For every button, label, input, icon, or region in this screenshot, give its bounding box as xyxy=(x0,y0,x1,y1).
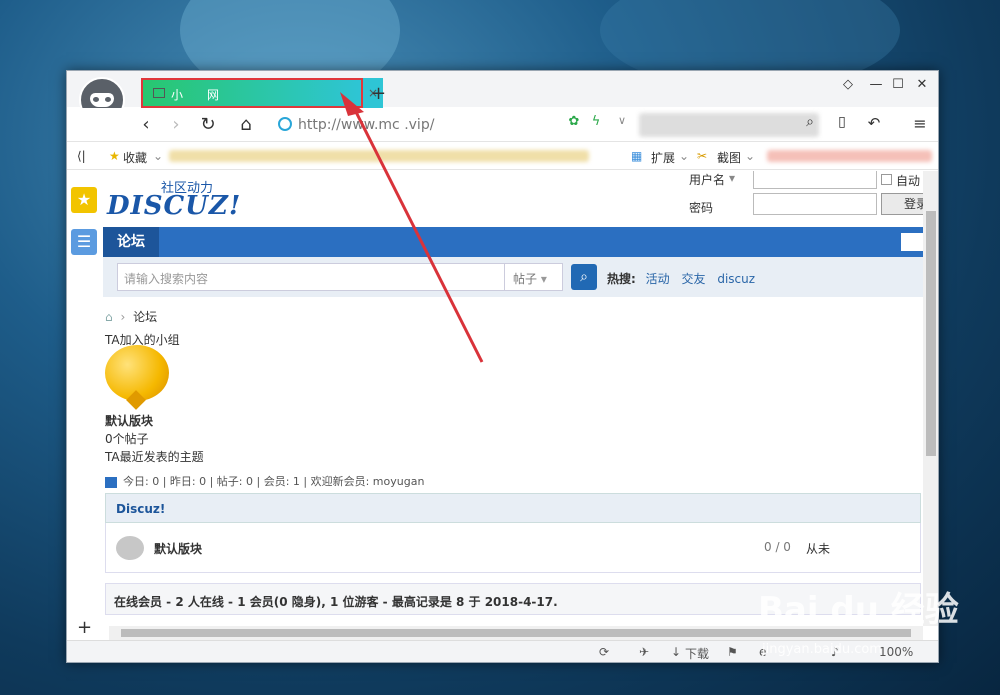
hot-link-discuz[interactable]: discuz xyxy=(717,272,755,286)
shirt-icon[interactable]: ◇ xyxy=(837,77,859,92)
search-type-select[interactable]: 帖子 ▾ xyxy=(505,263,563,291)
favorites-dropdown-icon[interactable]: ⌄ xyxy=(153,149,163,163)
browser-sidebar: ★ ☰ xyxy=(67,171,103,631)
forum-name[interactable]: 默认版块 xyxy=(154,540,202,557)
navigation-bar: ‹ › ↻ ⌂ http://www.mc .vip/ ✿ ϟ ∨ ⌕ ▯ ↶ … xyxy=(67,108,938,142)
mobile-icon[interactable]: ▯ xyxy=(831,114,853,130)
nav-forum-tab[interactable]: 论坛 xyxy=(103,227,159,257)
add-panel-button[interactable]: + xyxy=(77,617,92,638)
username-input[interactable] xyxy=(753,171,877,189)
url-text: http://www.mc .vip/ xyxy=(298,117,435,133)
scroll-thumb[interactable] xyxy=(926,211,936,456)
favicon-icon xyxy=(153,88,165,98)
home-icon[interactable]: ⌂ xyxy=(105,310,113,324)
sidebar-toggle-button[interactable]: ⟨| xyxy=(77,149,86,163)
vertical-scrollbar[interactable] xyxy=(923,171,938,626)
tab-title: 小 网 xyxy=(171,88,220,102)
browser-window: 小 网 × + ◇ — ☐ ✕ ‹ › ↻ ⌂ http://www.mc .v… xyxy=(66,70,939,663)
pin-icon[interactable]: ✈ xyxy=(639,645,649,659)
forum-last-post: 从未 xyxy=(806,542,831,556)
search-strip: 请输入搜索内容 帖子 ▾ ⌕ 热搜: 活动 交友 discuz xyxy=(103,257,923,297)
minimize-icon[interactable]: — xyxy=(865,77,887,92)
password-label: 密码 xyxy=(689,201,714,215)
forward-icon[interactable]: › xyxy=(165,114,187,135)
forum-row[interactable]: 默认版块 0 / 0 从未 xyxy=(105,523,921,573)
download-icon[interactable]: ↓ xyxy=(671,645,681,659)
dropdown-icon[interactable]: ∨ xyxy=(611,114,633,127)
favorites-button[interactable]: 收藏 xyxy=(123,149,147,166)
password-input[interactable] xyxy=(753,193,877,215)
breadcrumb-separator: › xyxy=(120,310,126,324)
screenshot-icon: ✂ xyxy=(697,149,708,163)
hot-search: 热搜: 活动 交友 discuz xyxy=(607,270,763,287)
favorites-star-icon[interactable]: ★ xyxy=(71,187,97,213)
tab-active[interactable]: 小 网 xyxy=(141,78,363,108)
username-label: 用户名 xyxy=(689,173,726,187)
hot-search-label: 热搜: xyxy=(607,272,636,286)
maximize-icon[interactable]: ☐ xyxy=(887,77,909,92)
nav-quick-box[interactable] xyxy=(901,233,923,251)
zoom-level[interactable]: 100% xyxy=(879,645,913,659)
search-type-label: 帖子 xyxy=(513,272,538,286)
forum-search-input[interactable]: 请输入搜索内容 xyxy=(117,263,505,291)
speedup-icon[interactable]: ⟳ xyxy=(599,645,609,659)
chart-icon xyxy=(105,476,117,488)
title-bar: 小 网 × + ◇ — ☐ ✕ xyxy=(67,71,938,123)
stats-text: 今日: 0 | 昨日: 0 | 帖子: 0 | 会员: 1 | 欢迎新会员: m… xyxy=(123,475,425,488)
hot-link-activity[interactable]: 活动 xyxy=(646,272,670,286)
star-icon: ★ xyxy=(109,149,120,163)
new-tab-button[interactable]: + xyxy=(371,83,386,104)
forum-bubble-icon xyxy=(116,536,144,560)
breadcrumb: ⌂ › 论坛 xyxy=(105,308,157,325)
extensions-icon: ▦ xyxy=(631,149,643,163)
security-icon[interactable]: ✿ xyxy=(563,114,585,129)
login-button[interactable]: 登录 xyxy=(881,193,923,215)
menu-icon[interactable]: ≡ xyxy=(909,114,931,133)
post-count: 0个帖子 xyxy=(105,432,149,446)
hot-link-friends[interactable]: 交友 xyxy=(681,272,705,286)
username-dropdown-icon[interactable]: ▾ xyxy=(729,171,735,185)
undo-icon[interactable]: ↶ xyxy=(863,114,885,132)
home-icon[interactable]: ⌂ xyxy=(235,114,257,135)
bookmarks-bar: ⟨| ★ 收藏 ⌄ ▦ 扩展 ⌄ ✂ 截图 ⌄ xyxy=(67,142,938,170)
category-header[interactable]: Discuz! xyxy=(105,493,921,523)
download-button[interactable]: 下载 xyxy=(685,645,709,662)
forum-count: 0 / 0 xyxy=(764,540,791,554)
page-content: 社区动力 DISCUZ! 用户名 ▾ 自动 密码 登录 论坛 请输入搜索内容 帖… xyxy=(103,171,923,626)
site-logo[interactable]: DISCUZ! xyxy=(107,191,241,221)
forum-stats: 今日: 0 | 昨日: 0 | 帖子: 0 | 会员: 1 | 欢迎新会员: m… xyxy=(105,473,424,489)
speed-icon[interactable]: ϟ xyxy=(585,114,607,129)
search-button[interactable]: ⌕ xyxy=(571,264,597,290)
reading-list-icon[interactable]: ☰ xyxy=(71,229,97,255)
search-box[interactable] xyxy=(639,113,819,137)
watermark-url: jingyan.baidu.com xyxy=(762,642,882,657)
screenshot-dropdown-icon[interactable]: ⌄ xyxy=(745,149,755,163)
flag-icon[interactable]: ⚑ xyxy=(727,645,738,659)
auto-login-label: 自动 xyxy=(896,174,921,188)
back-icon[interactable]: ‹ xyxy=(135,114,157,135)
watermark-logo: Bai du 经验 xyxy=(758,590,959,630)
block-name[interactable]: 默认版块 xyxy=(105,412,153,429)
breadcrumb-forum[interactable]: 论坛 xyxy=(133,310,157,324)
auto-login-checkbox[interactable] xyxy=(881,174,892,185)
recent-topics: TA最近发表的主题 xyxy=(105,450,204,464)
refresh-icon[interactable]: ↻ xyxy=(197,114,219,135)
screenshot-button[interactable]: 截图 xyxy=(717,149,741,166)
globe-icon xyxy=(278,117,292,131)
bookmark-items-right[interactable] xyxy=(767,150,932,162)
close-icon[interactable]: ✕ xyxy=(911,77,933,92)
chevron-down-icon: ▾ xyxy=(540,272,547,286)
extensions-dropdown-icon[interactable]: ⌄ xyxy=(679,149,689,163)
search-icon[interactable]: ⌕ xyxy=(799,114,821,130)
extensions-button[interactable]: 扩展 xyxy=(651,149,675,166)
forum-nav: 论坛 xyxy=(103,227,923,257)
bookmark-items[interactable] xyxy=(169,150,589,162)
